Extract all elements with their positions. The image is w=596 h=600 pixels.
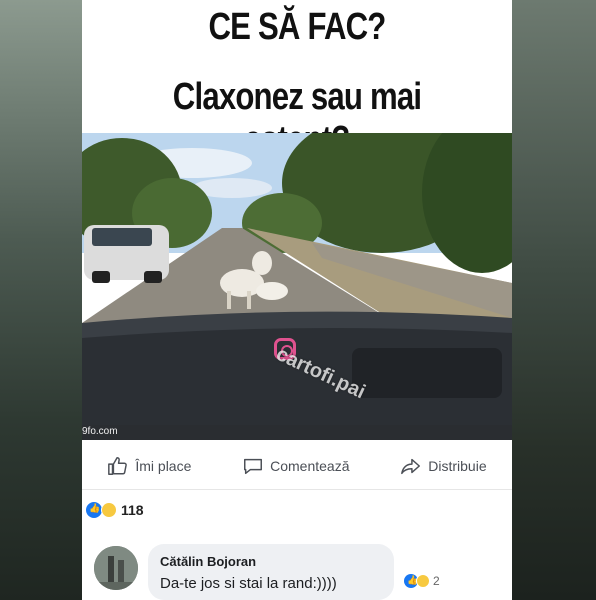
post-card: CE SĂ FAC? Claxonez sau mai aștept? — [82, 0, 512, 600]
like-icon — [86, 502, 102, 518]
comment-reactions[interactable]: 2 — [404, 574, 440, 588]
avatar[interactable] — [94, 546, 138, 590]
like-button[interactable]: Îmi place — [107, 455, 191, 477]
meme-caption-area: CE SĂ FAC? Claxonez sau mai aștept? — [82, 0, 512, 161]
comment-item: Cătălin Bojoran Da-te jos si stai la ran… — [94, 544, 512, 600]
meme-title-line1: CE SĂ FAC? — [208, 6, 386, 48]
comment-reaction-count: 2 — [433, 574, 440, 588]
blurred-background-left — [0, 0, 82, 600]
avatar-image — [94, 546, 138, 590]
comment-button[interactable]: Comentează — [242, 455, 350, 477]
blurred-background-right — [512, 0, 596, 600]
thumbs-up-icon — [108, 457, 128, 475]
comment-author[interactable]: Cătălin Bojoran — [160, 554, 382, 569]
comment-icon — [244, 458, 263, 475]
post-action-bar: Îmi place Comentează Distribuie — [82, 443, 512, 490]
share-label: Distribuie — [428, 458, 487, 474]
source-tag: 9fo.com — [82, 426, 118, 437]
share-icon — [401, 458, 421, 475]
reaction-count: 118 — [121, 502, 144, 518]
haha-icon — [101, 502, 117, 518]
comment-bubble: Cătălin Bojoran Da-te jos si stai la ran… — [148, 544, 394, 600]
comment-text: Da-te jos si stai la rand:)))) — [160, 575, 337, 592]
haha-icon — [416, 574, 430, 588]
comment-label: Comentează — [270, 458, 350, 474]
reaction-summary[interactable]: 118 — [86, 502, 144, 518]
like-label: Îmi place — [135, 458, 192, 474]
post-photo[interactable]: cartofi.pai 9fo.com — [82, 133, 512, 440]
share-button[interactable]: Distribuie — [400, 455, 487, 477]
road-scene-image — [82, 133, 512, 440]
